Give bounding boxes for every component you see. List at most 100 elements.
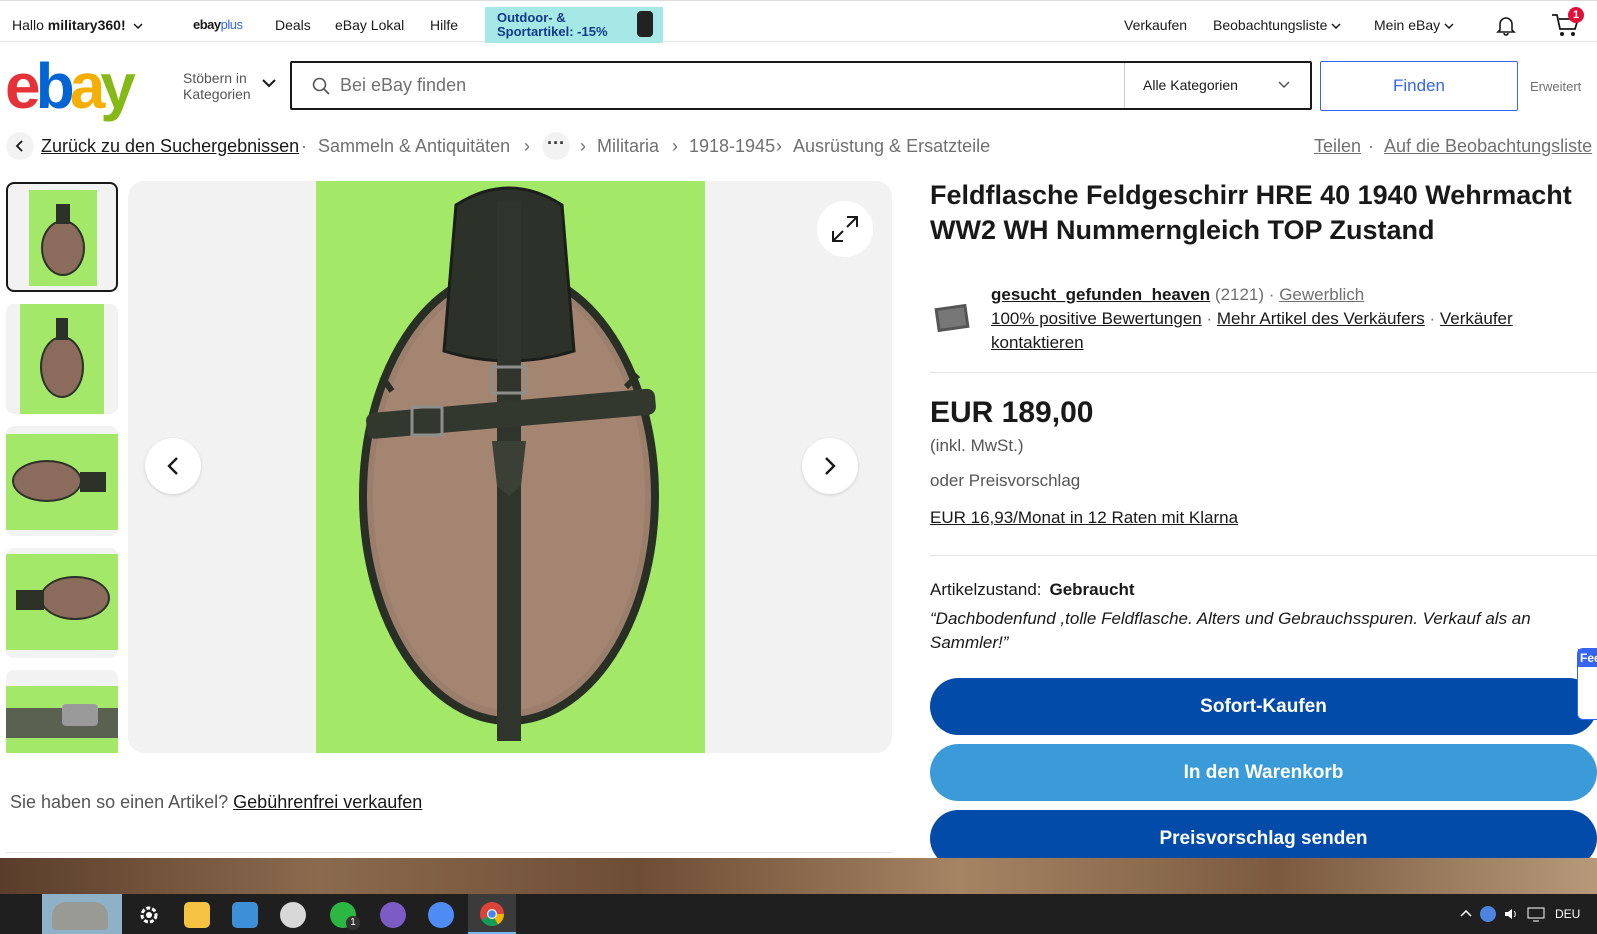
thumbnail-image: [6, 554, 118, 650]
messenger-icon[interactable]: [428, 902, 454, 928]
windows-taskbar: 1 DEU: [0, 894, 1597, 934]
image-gallery: [128, 181, 892, 753]
breadcrumb-equipment[interactable]: Ausrüstung & Ersatzteile: [793, 136, 990, 157]
promo-banner[interactable]: Outdoor- & Sportartikel: -15%: [485, 7, 663, 43]
thumbnail-4[interactable]: [6, 548, 118, 658]
more-seller-items-link[interactable]: Mehr Artikel des Verkäufers: [1217, 309, 1425, 328]
smartwatch-icon: [637, 11, 653, 37]
buy-now-button[interactable]: Sofort-Kaufen: [930, 678, 1597, 735]
logo-letter-b: b: [35, 50, 75, 122]
next-image-button[interactable]: [802, 438, 858, 494]
breadcrumb-separator: ·: [301, 136, 307, 156]
item-title: Feldflasche Feldgeschirr HRE 40 1940 Weh…: [930, 180, 1572, 245]
divider: [6, 852, 892, 853]
paint-icon[interactable]: [280, 902, 306, 928]
share-link[interactable]: Teilen: [1314, 136, 1361, 157]
tray-app-icon[interactable]: [1480, 906, 1496, 922]
desktop-wallpaper: [0, 858, 1597, 894]
canteen-cup-shape: [56, 318, 68, 340]
thumbnail-3[interactable]: [6, 426, 118, 536]
search-icon: [312, 77, 330, 95]
breadcrumb-more-button[interactable]: ···: [542, 132, 570, 160]
seller-type-link[interactable]: Gewerblich: [1279, 285, 1364, 304]
positive-feedback-link[interactable]: 100% positive Bewertungen: [991, 309, 1202, 328]
seller-name-link[interactable]: gesucht_gefunden_heaven: [991, 285, 1210, 304]
add-to-watchlist-link[interactable]: Auf die Beobachtungsliste: [1384, 136, 1592, 157]
fullscreen-button[interactable]: [817, 201, 873, 257]
chrome-taskbar-active[interactable]: [468, 894, 516, 934]
previous-image-button[interactable]: [145, 438, 201, 494]
start-button-elephant-image[interactable]: [42, 894, 122, 934]
whatsapp-badge: 1: [346, 916, 360, 930]
file-explorer-icon[interactable]: [184, 902, 210, 928]
klarna-financing-link[interactable]: EUR 16,93/Monat in 12 Raten mit Klarna: [930, 508, 1238, 528]
chevron-right-icon: [825, 457, 836, 475]
logo-letter-y: y: [100, 50, 136, 122]
thumbnail-2[interactable]: [6, 304, 118, 414]
canteen-thumbnail-icon: [40, 576, 110, 620]
notification-bell-icon[interactable]: [1494, 13, 1518, 37]
ebay-plus-link[interactable]: ebayplus: [193, 17, 243, 32]
top-navigation-bar: Hallo military360! ebayplus Deals eBay L…: [0, 0, 1597, 43]
deals-link[interactable]: Deals: [275, 17, 311, 33]
main-product-image[interactable]: [316, 181, 705, 753]
browse-label-2: Kategorien: [183, 86, 251, 102]
my-ebay-menu[interactable]: Mein eBay: [1374, 17, 1454, 33]
logo-letter-a: a: [69, 50, 106, 122]
chevron-up-icon[interactable]: [1460, 908, 1472, 918]
chrome-icon: [480, 902, 504, 927]
ebay-plus-suffix: plus: [220, 17, 243, 32]
separator-dot: ·: [1429, 309, 1436, 328]
settings-gear-icon[interactable]: [136, 902, 162, 928]
separator-dot: ·: [1206, 309, 1213, 328]
thumbnail-1[interactable]: [6, 182, 118, 292]
ebay-lokal-link[interactable]: eBay Lokal: [335, 17, 404, 33]
breadcrumb-collectibles[interactable]: Sammeln & Antiquitäten: [318, 136, 510, 157]
condition-label: Artikelzustand:: [930, 580, 1042, 599]
input-language-indicator[interactable]: DEU: [1555, 907, 1580, 921]
category-select[interactable]: Alle Kategorien: [1124, 63, 1310, 108]
divider: [930, 555, 1597, 556]
breadcrumb-chevron: ›: [580, 136, 586, 156]
advanced-search-link[interactable]: Erweitert: [1530, 79, 1581, 94]
canteen-cup-shape: [80, 472, 106, 492]
network-monitor-icon[interactable]: [1527, 906, 1545, 922]
chevron-down-icon: [132, 23, 143, 30]
breadcrumb-militaria[interactable]: Militaria: [597, 136, 659, 157]
find-button[interactable]: Finden: [1320, 61, 1518, 111]
sell-free-link[interactable]: Gebührenfrei verkaufen: [233, 792, 422, 812]
my-ebay-label: Mein eBay: [1374, 17, 1441, 33]
sell-link[interactable]: Verkaufen: [1124, 17, 1187, 33]
breadcrumb: Zurück zu den Suchergebnissen · Sammeln …: [0, 132, 1597, 162]
chevron-down-icon[interactable]: [262, 78, 276, 88]
greeting-prefix: Hallo: [12, 17, 48, 33]
thumbnail-5[interactable]: [6, 670, 118, 753]
search-input[interactable]: [340, 63, 1100, 108]
add-to-cart-button[interactable]: In den Warenkorb: [930, 744, 1597, 801]
browse-categories-button[interactable]: Stöbern in Kategorien: [183, 70, 251, 102]
buckle-shape: [62, 704, 98, 726]
mail-icon[interactable]: [232, 902, 258, 928]
category-value: Alle Kategorien: [1143, 77, 1238, 93]
seller-avatar[interactable]: [932, 298, 972, 338]
logo-letter-e: e: [5, 50, 41, 122]
back-button[interactable]: [6, 132, 34, 160]
browse-label-1: Stöbern in: [183, 70, 247, 86]
sell-similar-prompt: Sie haben so einen Artikel? Gebührenfrei…: [10, 792, 422, 813]
speaker-icon[interactable]: [1503, 906, 1519, 922]
viber-icon[interactable]: [380, 902, 406, 928]
expand-icon: [832, 216, 858, 242]
back-to-results-link[interactable]: Zurück zu den Suchergebnissen: [41, 136, 299, 157]
ebay-logo[interactable]: ebay: [5, 48, 136, 124]
breadcrumb-1918-1945[interactable]: 1918-1945: [689, 136, 775, 157]
feedback-tab[interactable]: Fee: [1577, 648, 1597, 720]
canteen-thumbnail-icon: [12, 460, 82, 502]
best-offer-note: oder Preisvorschlag: [930, 471, 1081, 490]
chevron-left-icon: [15, 140, 23, 152]
help-link[interactable]: Hilfe: [430, 17, 458, 33]
watchlist-menu[interactable]: Beobachtungsliste: [1213, 17, 1341, 33]
breadcrumb-separator: ·: [1368, 136, 1374, 156]
greeting-menu[interactable]: Hallo military360!: [12, 17, 143, 33]
sell-question: Sie haben so einen Artikel?: [10, 792, 229, 812]
thumbnail-image: [6, 686, 118, 753]
